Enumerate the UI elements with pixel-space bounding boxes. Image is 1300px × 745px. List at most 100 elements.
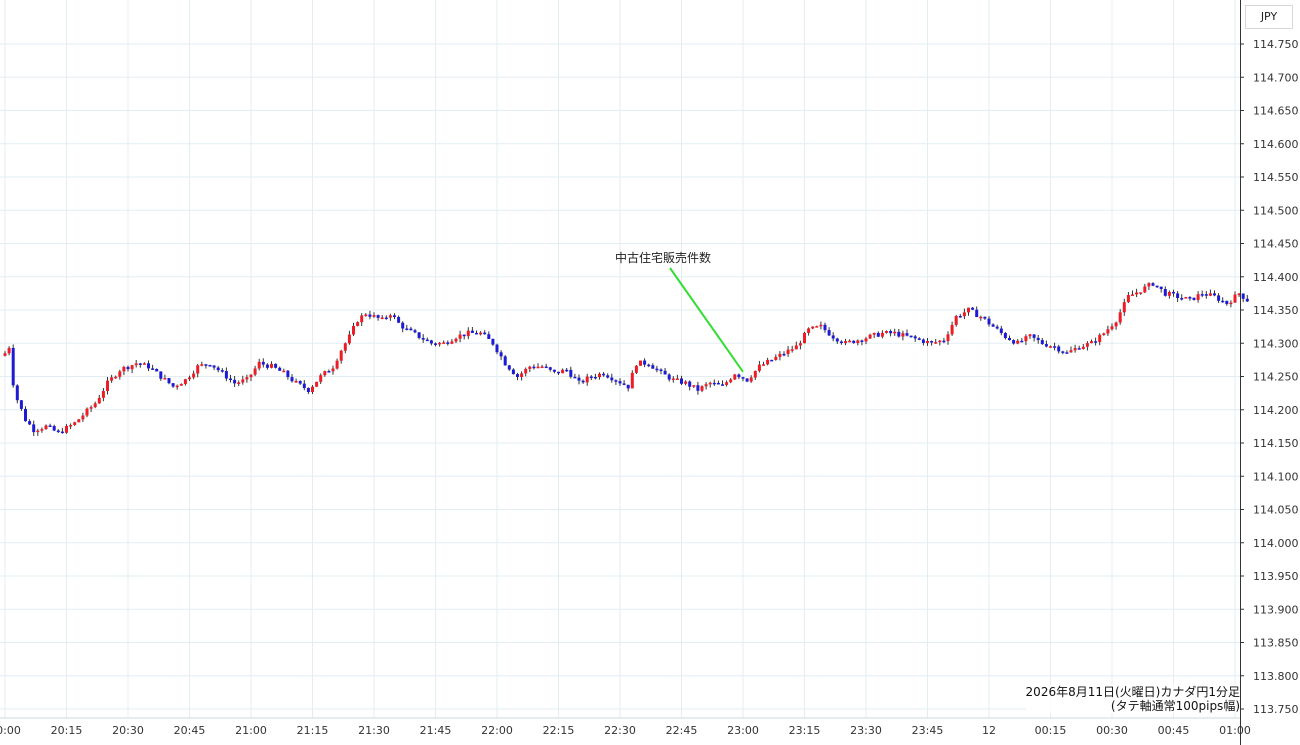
candle-body-up [237,382,241,384]
candle-body-down [889,331,893,334]
candle-body-down [1094,341,1098,343]
time-tick-label: 21:45 [420,724,452,737]
candle-body-up [253,368,257,375]
candle-body-down [643,360,647,365]
price-tick-label: 114.000 [1253,537,1299,550]
candle-body-up [1196,294,1200,300]
candle-body-down [987,318,991,325]
candle-body-down [475,332,478,335]
price-tick-label: 114.250 [1253,371,1299,384]
candle-body-down [52,426,56,431]
price-tick-label: 114.750 [1253,38,1299,51]
candle-body-up [880,332,884,337]
price-tick-label: 114.550 [1253,171,1299,184]
candle-body-down [659,369,663,372]
candle-body-down [286,370,290,378]
candle-body-up [89,407,93,409]
candle-body-down [1008,338,1011,341]
candle-body-up [675,378,679,380]
candle-body-up [684,381,688,384]
candle-body-up [901,333,905,337]
candle-body-up [466,330,470,337]
candle-body-down [434,343,437,345]
candle-body-up [708,382,712,385]
candle-body-down [487,334,491,339]
candle-body-up [118,371,122,377]
candle-body-up [130,365,134,370]
candle-body-up [1106,329,1110,334]
time-tick-label: 00:30 [1096,724,1128,737]
candle-body-up [335,360,339,369]
candle-body-down [1044,344,1048,347]
candle-body-down [19,400,23,409]
candle-body-down [159,371,163,379]
candle-body-up [85,408,89,416]
candle-body-up [946,334,950,342]
candle-body-down [147,363,150,369]
time-tick-label: 20:30 [112,724,144,737]
candle-body-down [1172,291,1175,294]
candle-body-up [733,374,737,380]
candle-body-up [954,315,958,325]
candle-body-up [110,377,114,381]
candle-body-up [1073,348,1077,351]
price-tick-label: 114.300 [1253,337,1299,350]
candle-body-down [593,376,597,379]
candle-body-up [69,424,73,427]
candle-body-down [680,378,683,384]
candle-body-up [962,312,966,317]
candle-body-down [1003,333,1007,339]
candle-body-up [1069,350,1073,353]
candle-body-down [429,340,433,344]
candle-body-down [32,424,36,433]
candle-body-up [142,363,146,365]
candle-body-up [692,385,696,387]
candle-body-down [544,366,548,369]
candle-body-up [364,314,368,317]
candle-body-down [495,344,499,353]
price-tick-label: 114.500 [1253,204,1299,217]
candle-body-up [188,377,191,380]
candle-body-down [565,369,569,372]
price-tick-label: 113.800 [1253,670,1299,683]
candle-body-down [827,330,831,336]
candle-body-down [1217,295,1221,301]
candle-body-up [1024,336,1028,342]
candle-body-down [216,367,220,371]
time-tick-label: 23:00 [727,724,759,737]
candle-body-down [1020,340,1024,343]
price-tick-label: 114.150 [1253,437,1299,450]
time-tick-label: 22:15 [543,724,575,737]
candle-body-up [1085,343,1089,347]
candle-body-down [975,309,979,318]
candle-body-down [261,361,265,365]
candle-body-up [848,340,852,343]
candle-body-up [270,363,273,368]
candle-body-down [1221,300,1225,303]
candle-body-down [224,371,228,379]
currency-label[interactable]: JPY [1245,5,1293,29]
time-tick-label: 23:45 [912,724,944,737]
candle-body-down [991,324,995,327]
candle-body-down [548,367,552,370]
candle-body-up [81,415,85,420]
candle-body-up [1114,322,1118,327]
candle-body-down [782,353,786,356]
candle-body-up [7,347,11,354]
candle-body-up [347,334,351,344]
candle-body-down [306,388,310,393]
caption-line-1: 2026年8月11日(火曜日)カナダ円1分足 [1025,685,1240,699]
price-tick-label: 113.950 [1253,570,1299,583]
candle-body-down [171,383,175,387]
candle-body-down [1245,298,1249,302]
candle-body-up [122,366,126,372]
candle-body-down [56,430,60,433]
candle-body-down [405,328,409,331]
candle-body-down [831,335,835,339]
candle-body-down [265,364,269,368]
candle-body-up [774,356,778,360]
candle-body-down [626,384,630,389]
candle-body-down [229,378,232,381]
candle-body-down [557,371,560,374]
annotation-leader-line [669,267,744,373]
